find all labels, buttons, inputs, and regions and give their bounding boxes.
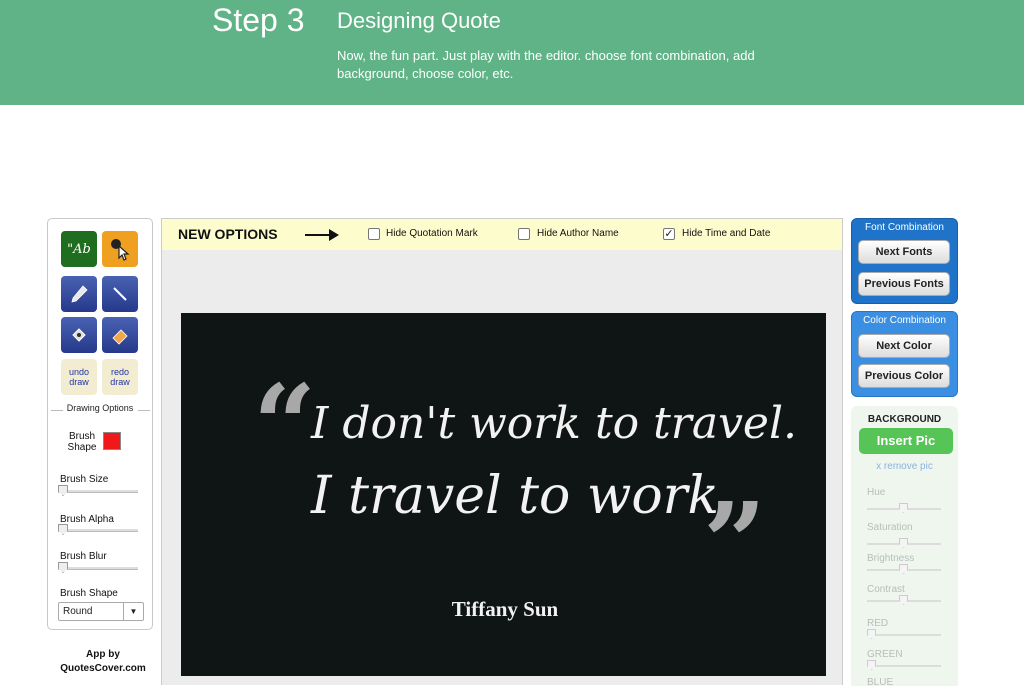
font-combination-title: Font Combination (865, 222, 944, 233)
slider-handle[interactable] (58, 485, 68, 496)
hide-time-label: Hide Time and Date (682, 228, 771, 239)
color-combination-title: Color Combination (863, 315, 946, 326)
brightness-slider[interactable] (867, 564, 941, 574)
green-slider[interactable] (867, 660, 941, 670)
hide-time-checkbox[interactable]: ✓ (663, 228, 675, 240)
brush-shape-select[interactable]: Round ▼ (58, 602, 144, 621)
eraser-tool-button[interactable] (102, 317, 138, 353)
drawing-tools-panel: "Ab undo draw redo draw Drawing Options (47, 218, 153, 630)
background-panel: BACKGROUND Insert Pic x remove pic Hue S… (851, 406, 958, 688)
editor-stage: “ I don't work to travel. I travel to wo… (161, 250, 843, 685)
green-label: GREEN (867, 649, 903, 660)
saturation-label: Saturation (867, 522, 913, 533)
hide-author-label: Hide Author Name (537, 228, 619, 239)
hue-slider[interactable] (867, 503, 941, 513)
step-number: Step 3 (212, 2, 305, 38)
hand-cursor-icon (111, 239, 130, 261)
step-description: Now, the fun part. Just play with the ed… (337, 48, 755, 81)
blue-label: BLUE (867, 677, 894, 688)
brush-color-swatch[interactable] (103, 432, 121, 450)
quote-canvas[interactable]: “ I don't work to travel. I travel to wo… (181, 313, 826, 676)
slider-handle[interactable] (867, 629, 876, 639)
slider-handle[interactable] (58, 524, 68, 535)
next-color-button[interactable]: Next Color (858, 334, 950, 358)
brightness-label: Brightness (867, 553, 915, 564)
red-label: RED (867, 618, 889, 629)
quote-artwork: “ I don't work to travel. I travel to wo… (253, 360, 797, 621)
saturation-slider[interactable] (867, 538, 941, 548)
undo-draw-button[interactable]: undo draw (61, 359, 97, 395)
brush-color-label: Brush Shape (67, 431, 97, 453)
previous-color-button[interactable]: Previous Color (858, 364, 950, 388)
slider-handle[interactable] (58, 562, 68, 573)
hide-quotation-checkbox[interactable] (368, 228, 380, 240)
hide-quotation-label: Hide Quotation Mark (386, 228, 478, 239)
next-fonts-button[interactable]: Next Fonts (858, 240, 950, 264)
slider-handle[interactable] (899, 538, 908, 548)
brush-blur-slider[interactable] (58, 562, 138, 573)
open-quote-mark: “ (253, 360, 316, 489)
eraser-icon (112, 329, 128, 345)
step-title: Designing Quote (337, 8, 501, 33)
brush-size-label: Brush Size (60, 474, 109, 485)
brush-blur-label: Brush Blur (60, 551, 107, 562)
contrast-slider[interactable] (867, 595, 941, 605)
remove-pic-link[interactable]: x remove pic (851, 461, 958, 472)
step-header: Step 3 Designing Quote Now, the fun part… (0, 0, 1024, 105)
font-combination-panel: Font Combination Next Fonts Previous Fon… (851, 218, 958, 304)
new-options-title: NEW OPTIONS (178, 226, 278, 242)
fill-tool-button[interactable] (61, 317, 97, 353)
quote-line-1: I don't work to travel. (310, 398, 797, 449)
line-icon (113, 287, 127, 301)
brush-shape-label: Brush Shape (60, 588, 118, 599)
line-tool-button[interactable] (102, 276, 138, 312)
contrast-label: Contrast (867, 584, 905, 595)
insert-pic-button[interactable]: Insert Pic (859, 428, 953, 454)
background-title: BACKGROUND (867, 414, 942, 425)
redo-draw-label: redo draw (110, 367, 130, 387)
hue-label: Hue (867, 487, 886, 498)
drawing-options-title: Drawing Options (66, 403, 134, 413)
new-options-bar: NEW OPTIONS Hide Quotation Mark Hide Aut… (161, 218, 843, 250)
slider-handle[interactable] (899, 595, 908, 605)
color-combination-panel: Color Combination Next Color Previous Co… (851, 311, 958, 397)
previous-fonts-button[interactable]: Previous Fonts (858, 272, 950, 296)
hand-cursor-tool-button[interactable] (102, 231, 138, 267)
slider-handle[interactable] (867, 660, 876, 670)
pen-icon (71, 285, 88, 303)
brush-size-slider[interactable] (58, 485, 138, 496)
arrow-right-icon (305, 229, 339, 241)
chevron-down-icon: ▼ (123, 603, 143, 620)
slider-handle[interactable] (899, 503, 908, 513)
text-tool-label: "Ab (67, 241, 91, 257)
hide-author-checkbox[interactable] (518, 228, 530, 240)
text-tool-button[interactable]: "Ab (61, 231, 97, 267)
close-quote-mark: ” (703, 478, 766, 607)
quote-author: Tiffany Sun (452, 597, 559, 621)
brush-shape-value: Round (63, 606, 93, 617)
paint-bucket-icon (72, 328, 86, 342)
brush-alpha-slider[interactable] (58, 524, 138, 535)
app-by-credit: App by QuotesCover.com (60, 649, 146, 674)
red-slider[interactable] (867, 629, 941, 639)
redo-draw-button[interactable]: redo draw (102, 359, 138, 395)
divider (138, 410, 150, 411)
quote-line-2: I travel to work. (310, 466, 736, 526)
pen-tool-button[interactable] (61, 276, 97, 312)
brush-alpha-label: Brush Alpha (60, 514, 114, 525)
slider-handle[interactable] (899, 564, 908, 574)
undo-draw-label: undo draw (68, 367, 90, 387)
